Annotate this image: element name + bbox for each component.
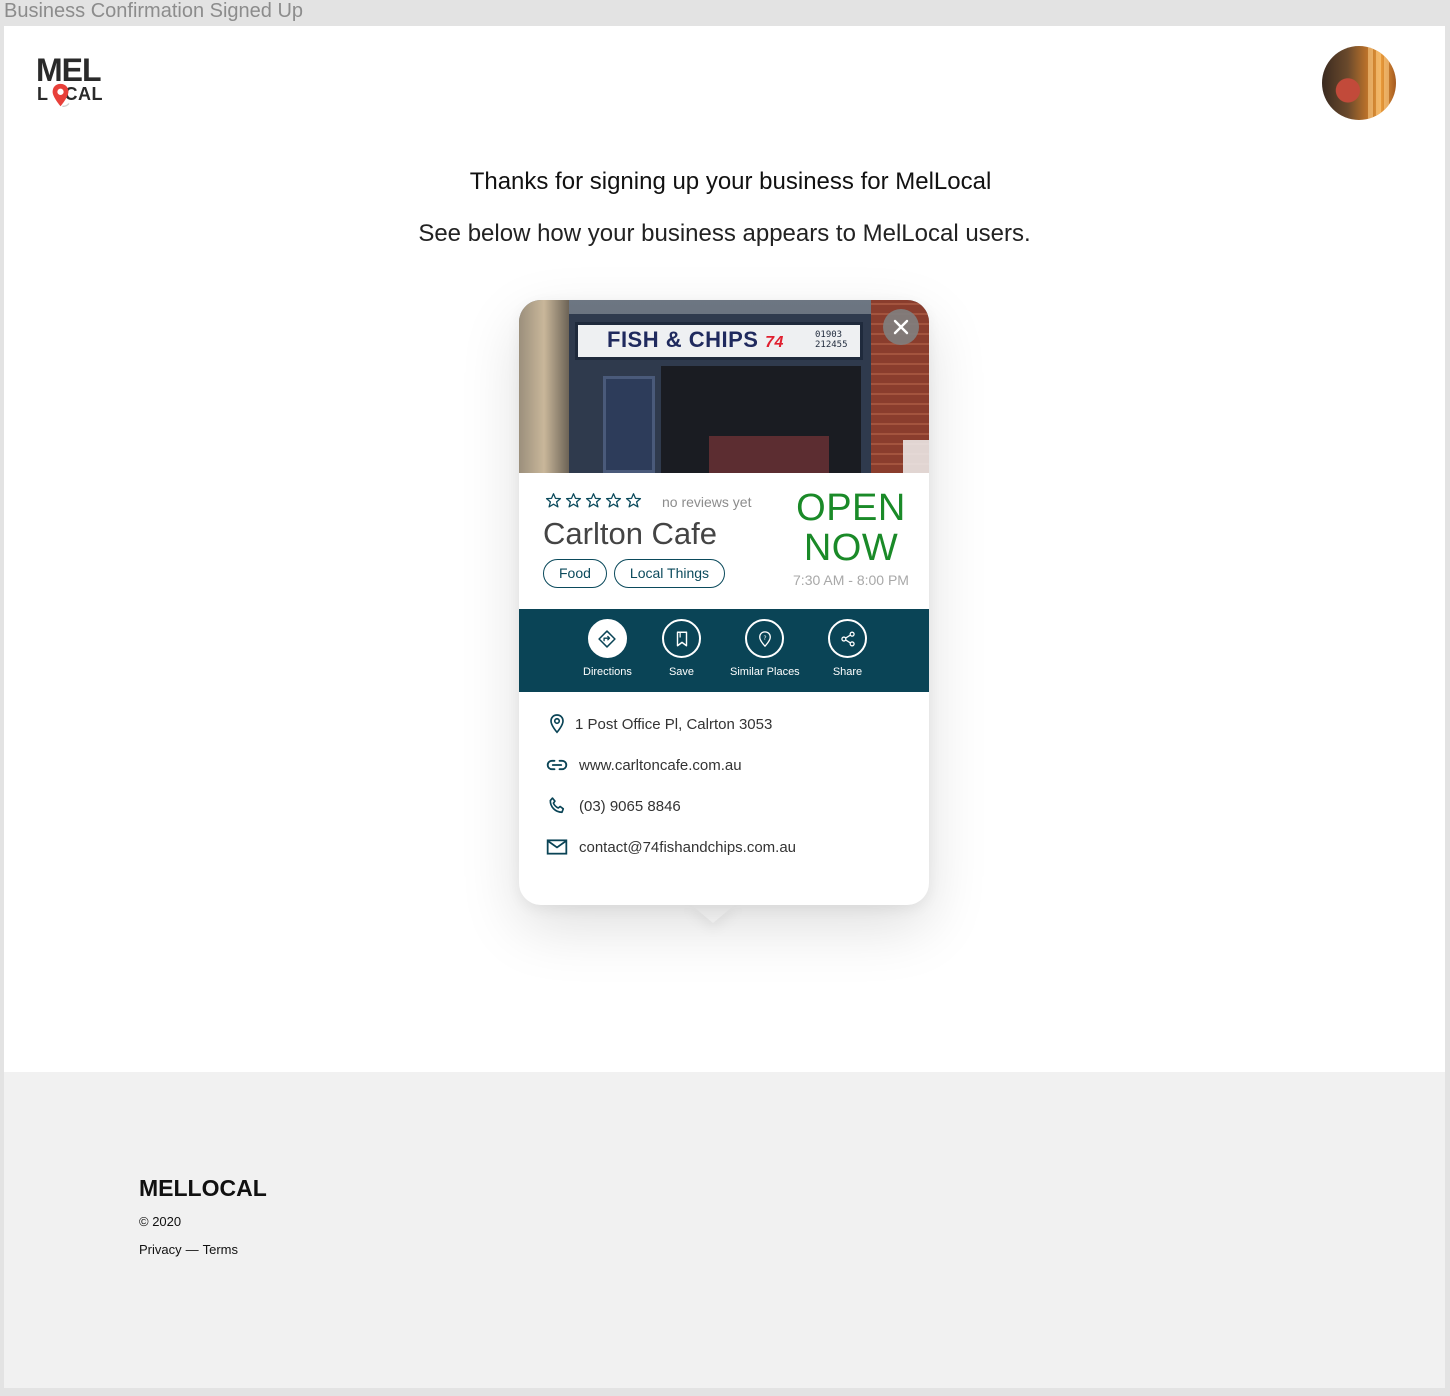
- open-status-line1: OPEN: [796, 487, 906, 529]
- open-status: OPEN NOW: [789, 488, 913, 568]
- similar-places-label: Similar Places: [730, 666, 800, 678]
- logo-mel-text: MEL: [36, 52, 102, 88]
- footer-link-separator: —: [185, 1242, 199, 1257]
- logo-local-l: L: [37, 84, 49, 104]
- close-icon: [893, 319, 909, 335]
- location-pin-icon: [550, 714, 564, 734]
- logo-local-text: L CAL: [37, 84, 103, 104]
- directions-button[interactable]: Directions: [583, 619, 632, 678]
- open-status-line2: NOW: [803, 527, 899, 569]
- bookmark-icon: [676, 631, 687, 646]
- logo-local-cal: CAL: [64, 84, 103, 104]
- address-row[interactable]: 1 Post Office Pl, Calrton 3053: [545, 712, 772, 736]
- share-button[interactable]: Share: [828, 619, 867, 678]
- confirmation-heading: Thanks for signing up your business for …: [469, 168, 992, 195]
- star-icon: [585, 493, 602, 508]
- business-name: Carlton Cafe: [543, 516, 718, 551]
- phone-text: (03) 9065 8846: [579, 797, 681, 815]
- similar-places-button[interactable]: ? Similar Places: [730, 619, 800, 678]
- place-pin-icon: ?: [758, 630, 771, 647]
- review-count-label: no reviews yet: [662, 494, 752, 510]
- footer-brand: MELLOCAL: [139, 1175, 267, 1201]
- shop-sign-name: FISH & CHIPS: [607, 327, 759, 352]
- star-icon: [545, 493, 562, 508]
- business-card: FISH & CHIPS 74 01903 212455 no reviews …: [519, 300, 929, 905]
- shop-sign-phone-2: 212455: [815, 340, 848, 350]
- shop-sign-number: 74: [765, 334, 784, 351]
- phone-row[interactable]: (03) 9065 8846: [545, 794, 681, 818]
- address-text: 1 Post Office Pl, Calrton 3053: [575, 715, 773, 733]
- star-rating[interactable]: [545, 492, 642, 509]
- tag-local-things[interactable]: Local Things: [613, 559, 726, 588]
- confirmation-subheading: See below how your business appears to M…: [418, 220, 1031, 247]
- star-icon: [565, 493, 582, 508]
- directions-icon: [598, 629, 617, 648]
- website-row[interactable]: www.carltoncafe.com.au: [545, 753, 742, 777]
- save-button[interactable]: Save: [662, 619, 701, 678]
- footer-copyright: © 2020: [139, 1214, 182, 1229]
- share-icon: [840, 631, 855, 646]
- privacy-link[interactable]: Privacy: [139, 1242, 182, 1257]
- footer-links: Privacy — Terms: [139, 1242, 238, 1257]
- card-pointer-tail: [689, 903, 737, 923]
- logo-pin-icon: [52, 83, 70, 107]
- mail-icon: [546, 839, 568, 855]
- email-row[interactable]: contact@74fishandchips.com.au: [545, 835, 796, 859]
- email-link[interactable]: contact@74fishandchips.com.au: [579, 839, 796, 856]
- mellocal-logo[interactable]: MEL L CAL: [36, 54, 116, 114]
- category-tags: Food Local Things: [543, 559, 726, 588]
- star-icon: [605, 493, 622, 508]
- close-card-button[interactable]: [883, 309, 919, 345]
- phone-icon: [549, 797, 565, 814]
- shop-sign-phone-1: 01903: [815, 330, 843, 340]
- terms-link[interactable]: Terms: [203, 1242, 238, 1257]
- share-label: Share: [832, 666, 863, 678]
- star-icon: [625, 493, 642, 508]
- action-bar: Directions Save ? Similar Places Share: [519, 609, 929, 692]
- business-photo: FISH & CHIPS 74 01903 212455: [519, 300, 929, 473]
- link-icon: [546, 759, 568, 771]
- footer: MELLOCAL © 2020 Privacy — Terms: [4, 1072, 1445, 1388]
- svg-text:?: ?: [763, 634, 766, 641]
- directions-label: Directions: [583, 666, 632, 678]
- save-label: Save: [668, 666, 695, 678]
- user-avatar[interactable]: [1322, 46, 1396, 120]
- business-preview-card: FISH & CHIPS 74 01903 212455 no reviews …: [519, 300, 929, 950]
- opening-hours: 7:30 AM - 8:00 PM: [793, 572, 909, 588]
- website-link[interactable]: www.carltoncafe.com.au: [579, 757, 742, 774]
- shop-sign-text: FISH & CHIPS 74: [607, 327, 784, 353]
- frame-title: Business Confirmation Signed Up: [4, 0, 304, 22]
- shop-sign-phone: 01903 212455: [815, 330, 848, 350]
- tag-food[interactable]: Food: [543, 559, 607, 588]
